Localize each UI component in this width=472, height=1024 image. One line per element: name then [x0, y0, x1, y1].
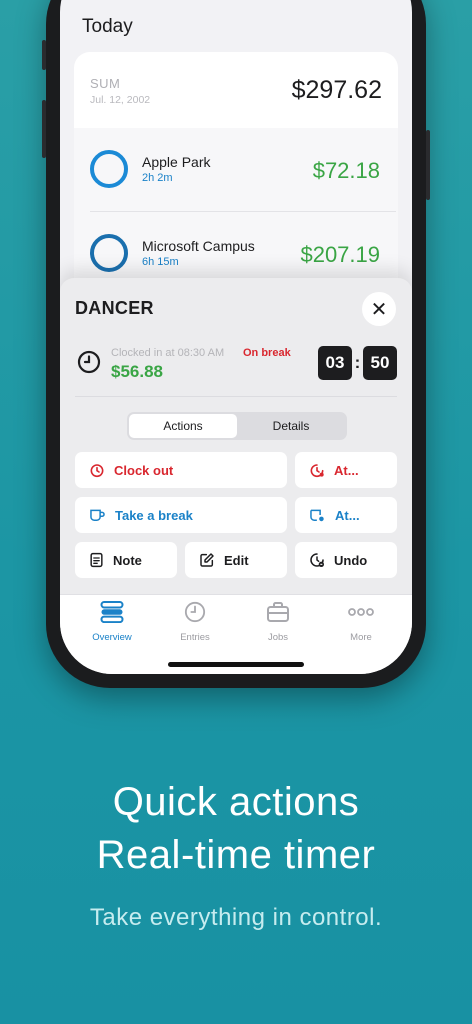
home-indicator: [168, 662, 304, 667]
quick-actions-sheet: DANCER ✕ Clocked in at 08:30 AM On break…: [60, 278, 412, 598]
headline-line-2: Real-time timer: [96, 833, 376, 877]
place-name: Apple Park: [142, 154, 211, 170]
progress-ring-icon: [90, 234, 128, 272]
more-icon: [348, 608, 374, 616]
app-screen: Today SUM Jul. 12, 2002 $297.62 Apple Pa…: [60, 0, 412, 674]
tab-label: Entries: [180, 632, 210, 643]
clock-out-at-button[interactable]: At...: [295, 452, 397, 488]
list-item[interactable]: Apple Park 2h 2m $72.18: [74, 128, 398, 212]
undo-label: Undo: [334, 552, 368, 568]
headline-line-1: Quick actions: [112, 780, 360, 824]
alarm-clock-icon: [90, 464, 104, 478]
place-duration: 2h 2m: [142, 172, 173, 184]
timer-minutes: 50: [363, 346, 397, 380]
tab-more[interactable]: More: [317, 601, 405, 643]
undo-clock-icon: [310, 553, 324, 567]
note-icon: [90, 552, 103, 568]
phone-side-button: [42, 40, 46, 70]
tab-details[interactable]: Details: [237, 414, 345, 438]
sum-amount: $297.62: [291, 76, 382, 104]
realtime-timer: 03 : 50: [318, 346, 397, 380]
sum-card[interactable]: SUM Jul. 12, 2002 $297.62: [74, 52, 398, 132]
coffee-cup-icon: [90, 509, 105, 521]
entries-icon: [184, 601, 206, 623]
clock-out-label: Clock out: [114, 462, 174, 478]
earned-amount: $56.88: [111, 362, 163, 381]
overview-icon: [100, 601, 124, 624]
page-title: Today: [82, 16, 133, 37]
place-amount: $72.18: [312, 158, 380, 183]
tab-entries[interactable]: Entries: [151, 601, 239, 643]
phone-volume-button: [42, 100, 46, 158]
status-badge: On break: [243, 347, 291, 359]
tab-overview[interactable]: Overview: [68, 601, 156, 643]
place-name: Microsoft Campus: [142, 238, 255, 254]
clock-out-button[interactable]: Clock out: [75, 452, 287, 488]
note-label: Note: [113, 552, 142, 568]
segmented-control: Actions Details: [127, 412, 347, 440]
tab-actions[interactable]: Actions: [129, 414, 237, 438]
clocked-in-text: Clocked in at 08:30 AM: [111, 347, 225, 359]
take-break-label: Take a break: [115, 507, 193, 523]
edit-icon: [200, 553, 214, 567]
place-amount: $207.19: [300, 242, 380, 267]
alarm-clock-schedule-icon: [310, 464, 324, 478]
divider: [75, 396, 397, 397]
phone-power-button: [426, 130, 430, 200]
sum-label: SUM: [90, 76, 121, 91]
close-icon: ✕: [370, 298, 388, 321]
subtitle: Take everything in control.: [89, 904, 383, 931]
close-button[interactable]: ✕: [362, 292, 396, 326]
note-button[interactable]: Note: [75, 542, 177, 578]
progress-ring-icon: [90, 150, 128, 188]
tab-label: More: [350, 632, 372, 643]
place-duration: 6h 15m: [142, 256, 179, 268]
edit-label: Edit: [224, 552, 249, 568]
clock-out-at-label: At...: [334, 462, 359, 478]
tab-jobs[interactable]: Jobs: [234, 601, 322, 643]
timer-hours: 03: [318, 346, 352, 380]
coffee-cup-schedule-icon: [310, 509, 324, 522]
jobs-icon: [267, 602, 289, 622]
edit-button[interactable]: Edit: [185, 542, 287, 578]
sum-date: Jul. 12, 2002: [90, 94, 151, 106]
undo-button[interactable]: Undo: [295, 542, 397, 578]
take-break-button[interactable]: Take a break: [75, 497, 287, 533]
break-at-button[interactable]: At...: [295, 497, 397, 533]
timer-colon: :: [354, 353, 361, 372]
job-title: DANCER: [75, 298, 154, 318]
tab-label: Overview: [92, 632, 132, 643]
clock-icon: [77, 350, 101, 374]
break-at-label: At...: [335, 507, 360, 523]
entries-list: Apple Park 2h 2m $72.18 Microsoft Campus…: [74, 128, 398, 288]
tab-label: Jobs: [267, 632, 289, 643]
